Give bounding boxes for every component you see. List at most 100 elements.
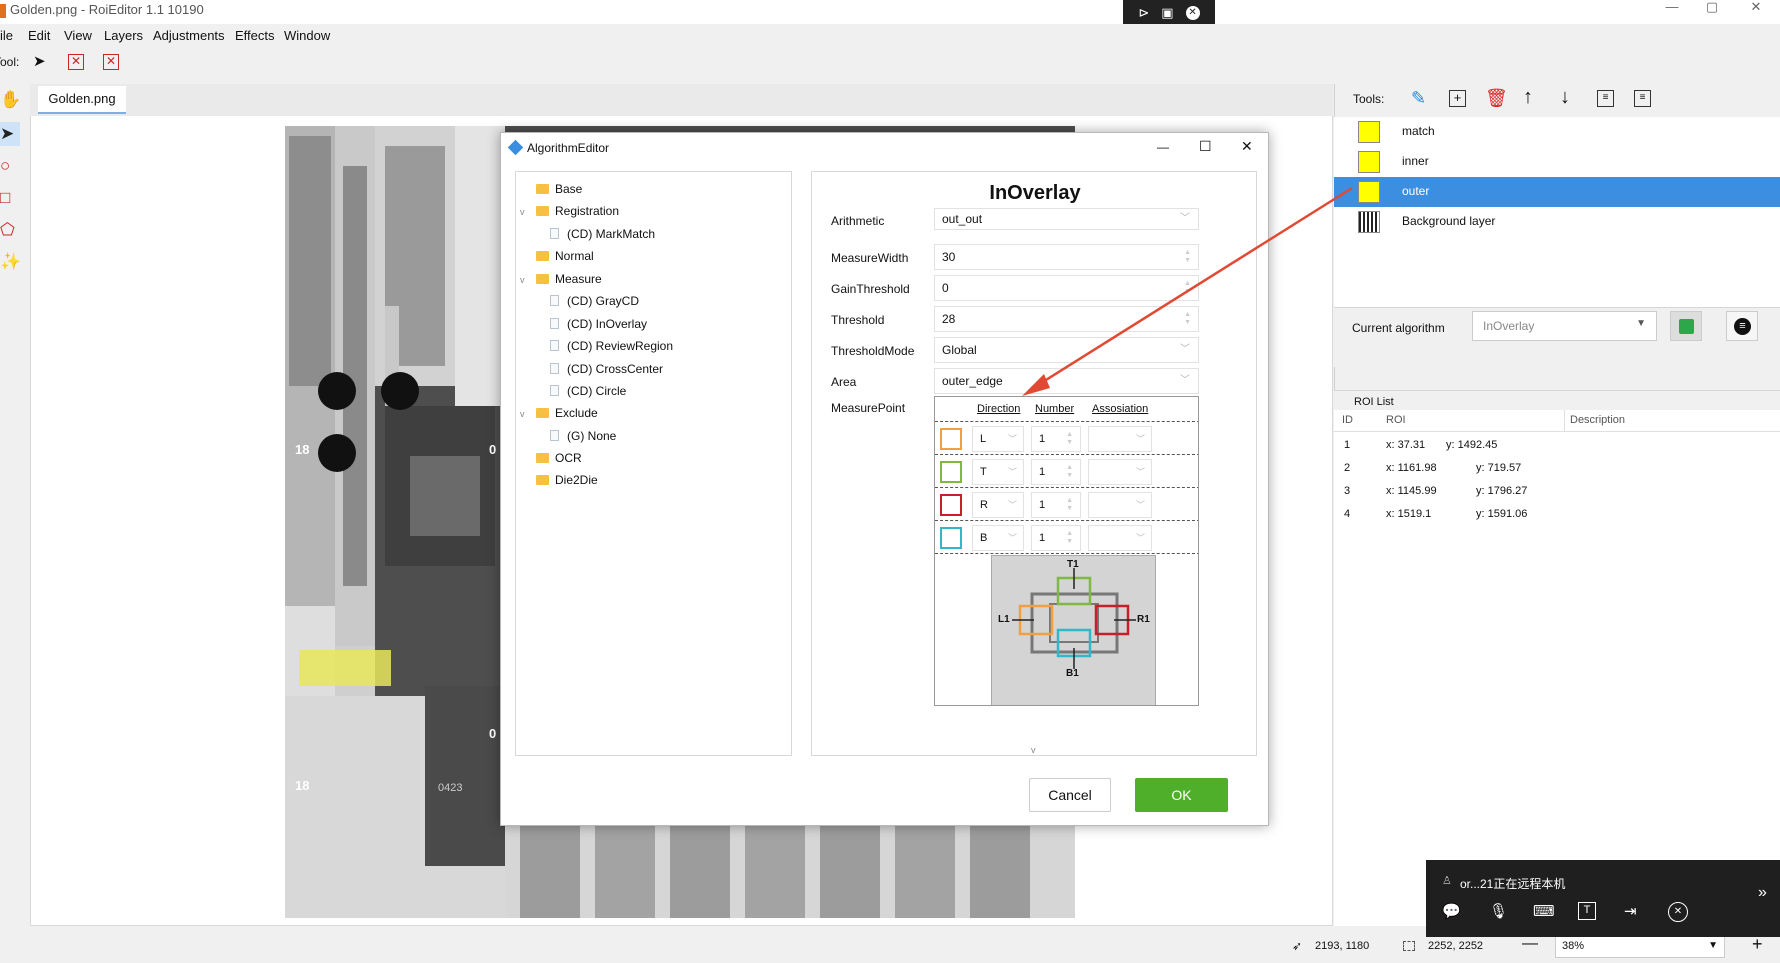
spin-icon[interactable]: ▲▼ [1066, 497, 1073, 513]
cancel-button[interactable]: Cancel [1029, 778, 1111, 812]
direction-select[interactable]: R ﹀ [972, 492, 1024, 518]
menu-view[interactable]: View [64, 28, 92, 43]
scroll-down-icon[interactable]: v [1031, 745, 1036, 755]
tree-item-exclude[interactable]: v Exclude [520, 403, 598, 423]
tree-item-measure[interactable]: v Measure [520, 269, 602, 289]
microphone-icon[interactable]: 🎙 [1489, 902, 1508, 920]
measurewidth-value: 30 [942, 250, 956, 264]
number-input[interactable]: 1 ▲ ▼ [1031, 426, 1081, 452]
zoom-select[interactable]: 38% ▼ [1555, 936, 1725, 958]
keyboard-icon[interactable]: ⌨ [1533, 902, 1555, 920]
layer-background[interactable]: Background layer [1334, 207, 1780, 237]
delete-roi-icon[interactable]: ✕ [68, 54, 84, 70]
collapse-panel-icon[interactable]: » [1758, 884, 1767, 902]
tree-item-circle[interactable]: (CD) Circle [550, 381, 626, 401]
table-row[interactable]: 2 x: 1161.98 y: 719.57 [1334, 459, 1780, 482]
number-input[interactable]: 1 ▲ ▼ [1031, 459, 1081, 485]
menu-adjustments[interactable]: Adjustments [153, 28, 225, 43]
tree-item-ocr[interactable]: OCR [520, 448, 582, 468]
roi-y: y: 1492.45 [1446, 439, 1498, 451]
tree-item-die2die[interactable]: Die2Die [520, 470, 598, 490]
assosiation-select[interactable]: ﹀ [1088, 459, 1152, 485]
table-row[interactable]: 3 x: 1145.99 y: 1796.27 [1334, 482, 1780, 505]
ok-button[interactable]: OK [1135, 778, 1228, 812]
layer-outer[interactable]: outer [1334, 177, 1780, 207]
tree-item-none[interactable]: (G) None [550, 426, 616, 446]
disconnect-icon[interactable]: ✕ [1668, 902, 1688, 922]
table-row[interactable]: 4 x: 1519.1 y: 1591.06 [1334, 505, 1780, 528]
tree-item-markmatch[interactable]: (CD) MarkMatch [550, 224, 655, 244]
magic-wand-icon[interactable]: ✨ [0, 250, 21, 274]
direction-select[interactable]: L ﹀ [972, 426, 1024, 452]
dialog-minimize-button[interactable]: — [1157, 140, 1169, 154]
roi-x: x: 1145.99 [1386, 485, 1437, 497]
menu-effects[interactable]: Effects [235, 28, 275, 43]
menu-file[interactable]: File [0, 28, 13, 43]
dialog-maximize-button[interactable]: ☐ [1199, 138, 1212, 155]
pointer-icon[interactable]: ➤ [33, 52, 46, 70]
menu-layers[interactable]: Layers [104, 28, 143, 43]
file-icon [550, 228, 559, 239]
layer-match[interactable]: match [1334, 117, 1780, 147]
close-window-button[interactable]: ✕ [1736, 0, 1776, 24]
arrow-down-icon[interactable]: ↓ [1560, 86, 1570, 109]
add-layer-icon[interactable]: + [1449, 90, 1466, 107]
document-tab[interactable]: Golden.png [38, 86, 126, 114]
number-input[interactable]: 1 ▲ ▼ [1031, 525, 1081, 551]
zoom-in-button[interactable]: + [1752, 934, 1763, 955]
tree-item-crosscenter[interactable]: (CD) CrossCenter [550, 359, 663, 379]
roi-col-description[interactable]: Description [1570, 414, 1625, 426]
chat-icon[interactable]: 💬 [1442, 902, 1461, 920]
delete-icon[interactable]: 🗑 [1485, 88, 1508, 109]
die-label-a: 18 [295, 442, 310, 457]
tree-item-graycd[interactable]: (CD) GrayCD [550, 291, 639, 311]
paste-icon[interactable]: ≡ [1634, 90, 1651, 107]
tree-item-registration[interactable]: v Registration [520, 201, 619, 221]
roi-col-id[interactable]: ID [1342, 414, 1353, 426]
text-icon[interactable]: T [1578, 902, 1596, 920]
pin-icon[interactable]: ⊳ [1138, 5, 1149, 21]
algorithm-menu-button[interactable]: ≡ [1726, 311, 1758, 341]
spin-icon[interactable]: ▲▼ [1066, 530, 1073, 546]
tree-item-inoverlay[interactable]: (CD) InOverlay [550, 314, 647, 334]
assosiation-select[interactable]: ﹀ [1088, 426, 1152, 452]
direction-select[interactable]: B ﹀ [972, 525, 1024, 551]
select-arrow-icon[interactable]: ➤ [0, 122, 20, 146]
direction-select[interactable]: T ﹀ [972, 459, 1024, 485]
tree-item-base[interactable]: Base [520, 179, 582, 199]
spin-icon[interactable]: ▲▼ [1066, 464, 1073, 480]
circle-icon[interactable]: ○ [0, 154, 20, 178]
run-algorithm-button[interactable] [1670, 311, 1702, 341]
clear-roi-icon[interactable]: ✕ [103, 54, 119, 70]
dialog-close-button[interactable]: ✕ [1241, 138, 1253, 155]
layer-inner[interactable]: inner [1334, 147, 1780, 177]
remote-close-icon[interactable]: ✕ [1185, 5, 1200, 20]
menu-edit[interactable]: Edit [28, 28, 50, 43]
screen-icon[interactable]: ▣ [1161, 5, 1173, 21]
roi-col-roi[interactable]: ROI [1386, 414, 1406, 426]
tree-item-normal[interactable]: Normal [520, 246, 594, 266]
number-input[interactable]: 1 ▲ ▼ [1031, 492, 1081, 518]
polygon-icon[interactable]: ⬠ [0, 218, 20, 242]
menu-window[interactable]: Window [284, 28, 330, 43]
assosiation-select[interactable]: ﹀ [1088, 525, 1152, 551]
arrow-up-icon[interactable]: ↑ [1523, 86, 1533, 109]
assosiation-select[interactable]: ﹀ [1088, 492, 1152, 518]
color-swatch[interactable] [940, 428, 962, 450]
current-algorithm-select[interactable]: InOverlay ▼ [1472, 311, 1657, 341]
minimize-button[interactable]: — [1652, 0, 1692, 24]
spin-icon[interactable]: ▲▼ [1066, 431, 1073, 447]
zoom-out-button[interactable]: — [1522, 935, 1538, 953]
pen-icon[interactable]: ✎ [1411, 88, 1426, 109]
color-swatch[interactable] [940, 527, 962, 549]
transfer-icon[interactable]: ⇥ [1624, 902, 1637, 920]
hand-icon[interactable]: ✋ [0, 88, 21, 112]
tree-item-reviewregion[interactable]: (CD) ReviewRegion [550, 336, 673, 356]
color-swatch[interactable] [940, 461, 962, 483]
copy-icon[interactable]: ≡ [1597, 90, 1614, 107]
maximize-button[interactable]: ▢ [1692, 0, 1732, 24]
rectangle-icon[interactable]: □ [0, 186, 20, 210]
color-swatch[interactable] [940, 494, 962, 516]
table-row[interactable]: 1 x: 37.31 y: 1492.45 [1334, 436, 1780, 459]
dialog-title-bar[interactable]: AlgorithmEditor — ☐ ✕ [501, 133, 1268, 163]
